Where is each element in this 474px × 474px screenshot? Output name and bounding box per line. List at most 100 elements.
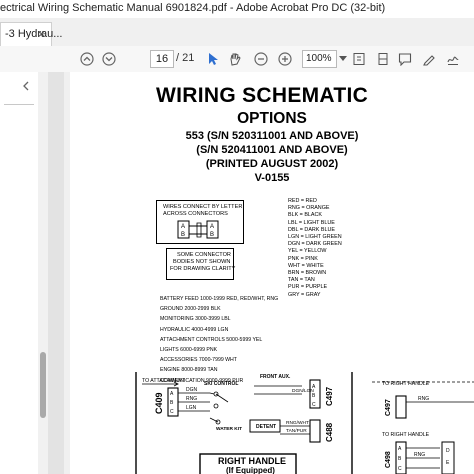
- previous-page-icon[interactable]: [78, 50, 96, 68]
- wire-label-dgn: DGN: [186, 387, 198, 393]
- legend-entry: TAN = TAN: [288, 277, 315, 284]
- to-attachment-label: TO ATTACHMENT: [142, 378, 186, 384]
- tab-label: -3 Hydrau...: [5, 28, 63, 40]
- c497-pin-c: C: [312, 402, 316, 408]
- page-number-input[interactable]: 16: [150, 50, 174, 68]
- page-total: / 21: [176, 52, 195, 64]
- right-handle-switch: [441, 441, 455, 474]
- c498-pin-b: B: [398, 456, 402, 462]
- legend-entry: LGN = LIGHT GREEN: [288, 234, 342, 241]
- panel-scrollbar-thumb[interactable]: [40, 352, 46, 418]
- legend-entry: RNG = ORANGE: [288, 205, 330, 212]
- c497-pin-a: A: [312, 384, 316, 390]
- window-title: ectrical Wiring Schematic Manual 6901824…: [0, 2, 386, 14]
- legend-entry: PNK = PINK: [288, 255, 318, 262]
- connector-c497b-label: C497: [385, 399, 392, 416]
- pdf-page: WIRING SCHEMATIC OPTIONS 553 (S/N 520311…: [70, 72, 474, 474]
- wire-label-rng: RNG: [186, 396, 197, 402]
- circuit-entry: ACCESSORIES 7000-7999 WHT: [160, 357, 237, 364]
- c409-pin-a: A: [170, 391, 174, 397]
- connector-c488-body: [309, 419, 321, 443]
- document-subtitle: OPTIONS: [237, 110, 307, 127]
- circuit-entry: BATTERY FEED 1000-1999 RED, RED/WHT, RNG: [160, 296, 279, 302]
- legend-entry: BLK = BLACK: [288, 212, 323, 219]
- legend-entry: GRY = GRAY: [288, 291, 321, 298]
- wire-label-rng-wht: RNG/WHT: [286, 420, 309, 426]
- legend-entry: DGN = DARK GREEN: [288, 241, 342, 248]
- connector-pin-b-left: B: [181, 232, 185, 238]
- detent-label: DETENT: [256, 424, 276, 430]
- connector-note-line2: BODIES NOT SHOWN: [173, 259, 231, 265]
- document-gutter: [48, 72, 64, 474]
- chevron-left-icon[interactable]: [22, 80, 30, 94]
- c497-pin-b: B: [312, 393, 316, 399]
- next-page-icon[interactable]: [100, 50, 118, 68]
- connector-diagram: A B A B: [177, 220, 219, 239]
- ski-control-label: SKI CONTROL: [204, 381, 238, 387]
- document-model-line: 553 (S/N 520311001 AND ABOVE): [185, 130, 359, 142]
- select-cursor-icon[interactable]: [204, 50, 222, 68]
- right-handle-label: RIGHT HANDLE: [218, 456, 286, 466]
- water-kit-label: WATER KIT: [216, 426, 242, 432]
- legend-entry: BRN = BROWN: [288, 270, 327, 277]
- wires-note-box: WIRES CONNECT BY LETTER ACROSS CONNECTOR…: [156, 200, 244, 244]
- front-aux-label: FRONT AUX.: [260, 374, 291, 380]
- circuit-entry: GROUND 2000-2999 BLK: [160, 306, 221, 313]
- c409-pin-c: C: [170, 409, 174, 415]
- connector-note-line3: FOR DRAWING CLARITY: [170, 266, 236, 272]
- connector-c409-label: C409: [154, 392, 164, 414]
- close-icon[interactable]: ×: [38, 27, 45, 41]
- comment-icon[interactable]: [396, 50, 414, 68]
- panel-divider: [4, 104, 34, 105]
- scroll-mode-icon[interactable]: [374, 50, 392, 68]
- legend-entry: WHT = WHITE: [288, 262, 324, 269]
- connector-note-box: SOME CONNECTOR BODIES NOT SHOWN FOR DRAW…: [166, 248, 236, 280]
- connector-pin-a-right: A: [210, 224, 214, 230]
- document-version-line: V-0155: [254, 172, 290, 184]
- document-printed-line: (PRINTED AUGUST 2002): [205, 158, 339, 170]
- connector-c488-label: C488: [325, 422, 334, 442]
- wires-note-line2: ACROSS CONNECTORS: [163, 211, 228, 217]
- legend-entry: RED = RED: [288, 198, 317, 204]
- wire-label-rng-right: RNG: [418, 396, 429, 402]
- hand-tool-icon[interactable]: [226, 50, 244, 68]
- zoom-in-icon[interactable]: [276, 50, 294, 68]
- legend-entry: LBL = LIGHT BLUE: [288, 219, 335, 226]
- connector-pin-b-right: B: [210, 232, 214, 238]
- c498-pin-a: A: [398, 446, 402, 452]
- to-right-handle-label-1: TO RIGHT HANDLE: [382, 381, 430, 387]
- zoom-level-input[interactable]: 100%: [302, 50, 337, 68]
- wire-label-rng-c498: RNG: [414, 452, 425, 458]
- sign-icon[interactable]: [444, 50, 462, 68]
- wiring-schematic-diagram: TO ATTACHMENT C409 A B C DGN RNG LGN SKI…: [135, 372, 474, 474]
- circuit-entry: ATTACHMENT CONTROLS 5000-5999 YEL: [160, 336, 263, 343]
- c498-pin-c: C: [398, 466, 402, 472]
- connector-c498-label: C498: [385, 451, 392, 468]
- document-serial-line: (S/N 520411001 AND ABOVE): [196, 144, 348, 156]
- to-right-handle-label-2: TO RIGHT HANDLE: [382, 432, 430, 438]
- window-title-bar: ectrical Wiring Schematic Manual 6901824…: [0, 0, 474, 19]
- circuit-entry: HYDRAULIC 4000-4999 LGN: [160, 326, 229, 333]
- connector-pin-a-left: A: [181, 224, 185, 230]
- wire-label-tan-pur: TAN/PUR: [286, 428, 307, 434]
- tab-document[interactable]: -3 Hydrau... ×: [0, 22, 62, 47]
- toolbar: 16 / 21 100%: [0, 46, 474, 73]
- switch-pin-d: D: [446, 448, 450, 454]
- legend-entry: YEL = YELLOW: [288, 248, 327, 255]
- highlight-pen-icon[interactable]: [420, 50, 438, 68]
- if-equipped-label: (If Equipped): [226, 466, 275, 474]
- circuit-entry: LIGHTS 6000-6999 PNK: [160, 347, 218, 354]
- wires-note-line1: WIRES CONNECT BY LETTER: [163, 204, 243, 210]
- switch-pin-e: E: [446, 460, 450, 466]
- fit-page-icon[interactable]: [350, 50, 368, 68]
- tab-bar: -3 Hydrau... ×: [0, 18, 474, 47]
- document-title: WIRING SCHEMATIC: [156, 84, 369, 107]
- wire-label-lgn: LGN: [186, 405, 197, 411]
- connector-note-line1: SOME CONNECTOR: [177, 252, 231, 258]
- color-legend: RED = RED RNG = ORANGE BLK = BLACK LBL =…: [288, 198, 342, 299]
- connector-c497-label: C497: [325, 386, 334, 406]
- zoom-out-icon[interactable]: [252, 50, 270, 68]
- c409-pin-b: B: [170, 400, 174, 406]
- circuit-entry: MONITORING 3000-3999 LBL: [160, 316, 231, 323]
- connector-c497b-body: [395, 395, 407, 419]
